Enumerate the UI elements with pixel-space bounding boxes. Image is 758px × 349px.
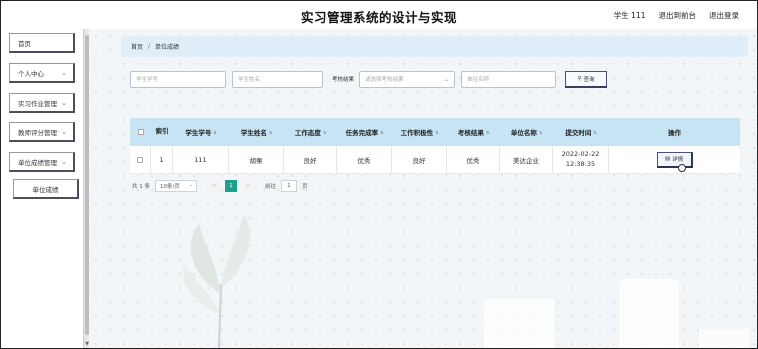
sort-icon: ⇅	[380, 129, 384, 135]
sort-icon: ⇅	[593, 129, 597, 135]
checkbox-icon	[137, 129, 144, 135]
data-table: 索引 学生学号 ⇅ 学生姓名 ⇅ 工作态度 ⇅ 任务完成率 ⇅ 工作积极性 ⇅ 考核结果 ⇅…	[130, 118, 740, 174]
cell-attitude: 良好	[284, 146, 337, 173]
student-name-input[interactable]: 学生姓名	[232, 70, 323, 88]
sidebar-item-label: 个人中心	[18, 69, 44, 78]
top-bar: 实习管理系统的设计与实现 学生 111 退出到前台 退出登录	[1, 1, 757, 29]
sidebar-item-home[interactable]: 首页	[9, 33, 75, 53]
search-icon: ⚲	[577, 75, 582, 82]
table-header: 索引 学生学号 ⇅ 学生姓名 ⇅ 工作态度 ⇅ 任务完成率 ⇅ 工作积极性 ⇅ 考核结果 ⇅…	[130, 118, 740, 146]
checkbox-icon	[137, 156, 143, 163]
plant-decoration	[183, 214, 251, 348]
sidebar-item-label: 教师评分管理	[18, 128, 57, 137]
cell-student-no: 111	[173, 146, 229, 173]
sort-icon: ⇅	[213, 129, 217, 135]
sort-icon: ⇅	[538, 129, 543, 135]
sidebar-subitem-company-score[interactable]: 单位成绩	[13, 179, 79, 199]
sort-icon: ⇅	[268, 129, 273, 135]
select-all-checkbox[interactable]	[130, 118, 151, 146]
col-attitude[interactable]: 工作态度 ⇅	[284, 118, 337, 146]
sort-icon: ⇅	[435, 129, 439, 135]
student-name-placeholder: 学生姓名	[238, 77, 261, 83]
col-result[interactable]: 考核结果 ⇅	[447, 118, 500, 146]
col-student-name[interactable]: 学生姓名 ⇅	[229, 118, 284, 146]
back-to-front-link[interactable]: 退出到前台	[659, 10, 697, 21]
cell-completion: 优秀	[337, 146, 392, 173]
breadcrumb-home[interactable]: 首页	[131, 42, 143, 51]
chevron-down-icon: ⌄	[188, 182, 193, 188]
search-button-label: 查询	[583, 76, 595, 83]
col-index: 索引	[155, 127, 169, 136]
table-row: 1 111 胡栗 良好 优秀 良好 优秀 美达企业 2022-02-22 12:…	[130, 146, 740, 174]
col-action: 操作	[668, 129, 681, 137]
search-button[interactable]: ⚲ 查询	[565, 70, 608, 88]
breadcrumb: 首页 / 单位成绩	[121, 36, 748, 57]
sidebar-item-teacher-score[interactable]: 教师评分管理 ⌄	[9, 122, 75, 142]
sidebar-item-label: 单位成绩管理	[18, 158, 57, 167]
page-number-current[interactable]: 1	[225, 180, 237, 192]
sort-icon: ⇅	[485, 129, 490, 135]
cell-student-name: 胡栗	[229, 146, 284, 173]
cell-submit-time: 2022-02-22 12:38:35	[553, 146, 609, 173]
page-size-value: 10条/页	[160, 184, 180, 190]
cell-index: 1	[151, 146, 173, 173]
chevron-down-icon: ⌄	[61, 158, 67, 166]
top-right-links: 学生 111 退出到前台 退出登录	[614, 10, 739, 21]
chevron-down-icon: ⌄	[61, 69, 67, 77]
chevron-down-icon: ⌄	[443, 75, 450, 83]
chevron-down-icon: ⌄	[61, 99, 67, 107]
decor-block	[619, 279, 679, 348]
sort-icon: ⇅	[322, 129, 327, 135]
result-label: 考核结果	[332, 77, 355, 83]
col-student-no[interactable]: 学生学号 ⇅	[173, 118, 229, 146]
company-name-input[interactable]: 单位名称	[461, 70, 557, 88]
sidebar: 首页 个人中心 ⌄ 实习作业管理 ⌄ 教师评分管理 ⌄ 单位成绩管理 ⌄ 单位成…	[1, 29, 87, 348]
student-no-input[interactable]: 学生学号	[130, 70, 226, 88]
col-completion[interactable]: 任务完成率 ⇅	[337, 118, 392, 146]
sidebar-item-personal-center[interactable]: 个人中心 ⌄	[9, 63, 75, 83]
result-placeholder: 请选择考核结果	[365, 77, 404, 83]
page-size-select[interactable]: 10条/页 ⌄	[155, 180, 197, 192]
decor-block	[699, 329, 749, 348]
user-label: 学生 111	[613, 11, 646, 20]
pagination-total: 共 1 条	[132, 184, 150, 190]
col-submit-time[interactable]: 提交时间 ⇅	[553, 118, 609, 146]
detail-button[interactable]: ▤ 详情	[656, 151, 693, 172]
cell-enthusiasm: 良好	[392, 146, 447, 173]
student-no-placeholder: 学生学号	[136, 77, 159, 83]
cell-result: 优秀	[447, 146, 500, 173]
breadcrumb-current: 单位成绩	[155, 44, 180, 51]
company-placeholder: 单位名称	[467, 77, 490, 83]
cursor-indicator	[677, 163, 686, 172]
page-suffix: 页	[302, 184, 308, 190]
decor-block	[484, 299, 554, 348]
sidebar-item-company-score[interactable]: 单位成绩管理 ⌄	[9, 152, 75, 172]
cell-action: ▤ 详情	[609, 146, 740, 173]
logout-link[interactable]: 退出登录	[709, 10, 739, 21]
result-select[interactable]: 请选择考核结果 ⌄	[359, 70, 456, 88]
row-checkbox[interactable]	[130, 146, 151, 173]
cell-company: 美达企业	[500, 146, 553, 173]
next-page-button[interactable]: >	[242, 180, 254, 192]
sidebar-item-label: 实习作业管理	[18, 99, 57, 108]
prev-page-button[interactable]: <	[208, 180, 220, 192]
breadcrumb-separator: /	[148, 43, 151, 50]
main-content: 首页 / 单位成绩 学生学号 学生姓名 考核结果 请选择考核结果 ⌄ 单位名称 …	[89, 29, 757, 348]
goto-page-input[interactable]: 1	[281, 180, 298, 192]
detail-button-label: 详情	[672, 157, 684, 163]
chevron-down-icon: ⌄	[61, 128, 67, 136]
document-icon: ▤	[664, 156, 671, 162]
sidebar-item-homework[interactable]: 实习作业管理 ⌄	[9, 93, 75, 113]
pagination: 共 1 条 10条/页 ⌄ < 1 > 前往 1 页	[132, 180, 308, 192]
goto-label: 前往	[265, 184, 277, 190]
col-enthusiasm[interactable]: 工作积极性 ⇅	[392, 118, 447, 146]
sidebar-item-label: 单位成绩	[32, 185, 59, 194]
sidebar-item-label: 首页	[18, 39, 31, 48]
col-company[interactable]: 单位名称 ⇅	[500, 118, 553, 146]
search-bar: 学生学号 学生姓名 考核结果 请选择考核结果 ⌄ 单位名称 ⚲ 查询	[130, 70, 608, 88]
